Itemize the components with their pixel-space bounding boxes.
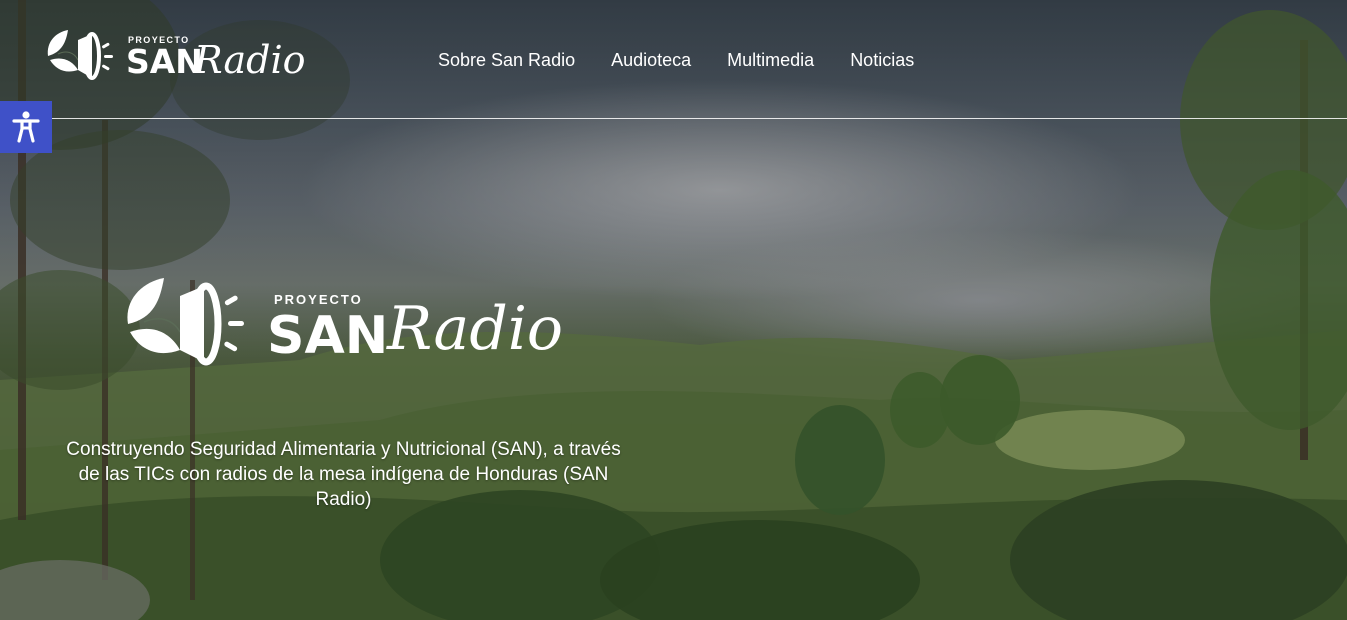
header-divider — [0, 118, 1347, 119]
main-nav: Sobre San Radio Audioteca Multimedia Not… — [420, 47, 932, 73]
accessibility-button[interactable] — [0, 101, 52, 153]
hero-section: PROYECTO SAN Radio Sobre San Radio Audio… — [0, 0, 1347, 620]
hero-logo-proyecto-text: PROYECTO — [274, 292, 363, 307]
nav-item-sobre-san-radio[interactable]: Sobre San Radio — [420, 47, 593, 73]
logo-san-text: SAN — [126, 42, 203, 81]
hero-logo-san-text: SAN — [267, 306, 389, 366]
header-logo[interactable]: PROYECTO SAN Radio — [44, 25, 306, 85]
site-header: PROYECTO SAN Radio Sobre San Radio Audio… — [0, 0, 1347, 118]
nav-item-multimedia[interactable]: Multimedia — [709, 47, 832, 73]
nav-item-noticias[interactable]: Noticias — [832, 47, 932, 73]
hero-logo-radio-text: Radio — [387, 294, 564, 364]
leaves-megaphone-icon — [127, 278, 244, 366]
hero-tagline: Construyendo Seguridad Alimentaria y Nut… — [66, 439, 621, 510]
accessibility-person-icon — [12, 111, 40, 143]
leaves-megaphone-icon — [47, 30, 113, 80]
nav-item-audioteca[interactable]: Audioteca — [593, 47, 709, 73]
logo-radio-text: Radio — [194, 38, 306, 82]
hero-logo: PROYECTO SAN Radio — [122, 272, 572, 382]
